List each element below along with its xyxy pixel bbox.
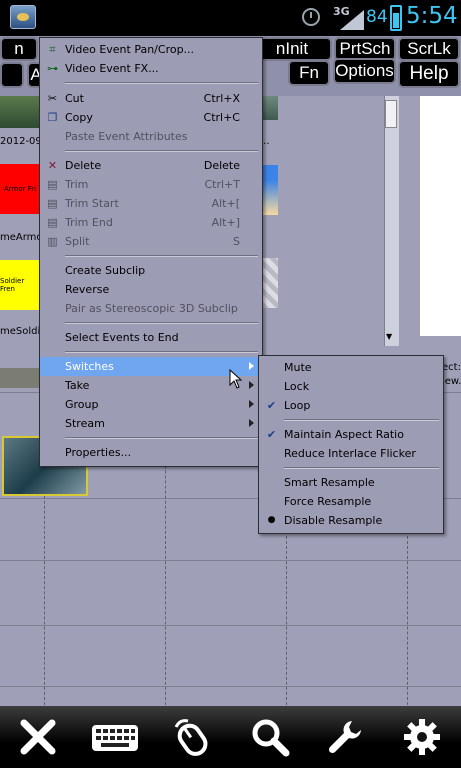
gear-icon [404, 719, 440, 755]
scroll-down-arrow[interactable]: ▼ [386, 332, 392, 341]
search-button[interactable] [235, 706, 305, 768]
menu-item-trim-end[interactable]: ▤ Trim End Alt+] [40, 213, 262, 232]
submenu-arrow-icon [249, 381, 254, 389]
menu-item-trim-start[interactable]: ▤ Trim Start Alt+[ [40, 194, 262, 213]
menu-item-create-subclip[interactable]: Create Subclip [40, 261, 262, 280]
settings-tools-button[interactable] [310, 706, 380, 768]
submenu-item-force-resample[interactable]: Force Resample [259, 492, 443, 511]
preview-label-2: iew. [442, 376, 461, 387]
submenu-item-maintain-aspect-ratio[interactable]: ✔ Maintain Aspect Ratio [259, 425, 443, 444]
menu-separator [65, 322, 258, 324]
submenu-arrow-icon [249, 419, 254, 427]
menu-item-select-events-to-end[interactable]: Select Events to End [40, 328, 262, 347]
key-n[interactable]: n [0, 37, 38, 61]
copy-icon: ❐ [47, 111, 58, 124]
submenu-arrow-icon [249, 400, 254, 408]
mouse-cursor-icon [229, 369, 243, 389]
submenu-item-disable-resample[interactable]: ● Disable Resample [259, 511, 443, 530]
mouse-button[interactable] [157, 706, 227, 768]
clip-thumbnail-soldier[interactable]: Soldier Fren [0, 260, 40, 310]
split-icon: ▥ [47, 235, 58, 248]
clip-thumbnail-armor[interactable]: Armor Fri [0, 164, 40, 214]
event-context-menu: ⌗ Video Event Pan/Crop... ⊶ Video Event … [39, 37, 263, 467]
submenu-item-reduce-interlace-flicker[interactable]: Reduce Interlace Flicker [259, 444, 443, 463]
menu-item-delete[interactable]: ✕ Delete Delete [40, 156, 262, 175]
checkmark-icon: ✔ [266, 399, 277, 412]
status-clock: 5:54 [406, 3, 458, 29]
clip-name-armor: meArmo [0, 232, 43, 243]
menu-item-cut[interactable]: ✂ Cut Ctrl+X [40, 89, 262, 108]
app-notification-icon [10, 5, 36, 29]
mouse-icon [174, 719, 208, 756]
key-help[interactable]: Help [398, 60, 460, 88]
delete-icon: ✕ [47, 159, 58, 172]
color-gradient-thumb [262, 165, 278, 215]
menu-item-reverse[interactable]: Reverse [40, 280, 262, 299]
key-scrlk[interactable]: ScrLk [398, 37, 460, 61]
close-icon [20, 719, 56, 755]
close-button[interactable] [3, 706, 73, 768]
pan-crop-icon: ⌗ [49, 43, 56, 56]
fx-icon: ⊶ [47, 62, 58, 75]
menu-item-video-fx[interactable]: ⊶ Video Event FX... [40, 59, 262, 78]
menu-separator [65, 437, 258, 439]
radio-dot-icon: ● [267, 515, 276, 525]
signal-strength-icon [340, 10, 364, 30]
menu-item-stream[interactable]: Stream [40, 414, 262, 433]
key-options[interactable]: Options [333, 58, 396, 84]
video-preview [420, 96, 461, 336]
media-scrollbar[interactable] [384, 96, 399, 346]
battery-icon [390, 5, 402, 31]
checker-thumb [262, 258, 278, 308]
key-fn[interactable]: Fn [288, 60, 330, 86]
wrench-icon [328, 721, 361, 754]
submenu-item-lock[interactable]: Lock [259, 377, 443, 396]
menu-item-properties[interactable]: Properties... [40, 443, 262, 462]
menu-item-split[interactable]: ▥ Split S [40, 232, 262, 251]
key-blank[interactable] [0, 62, 24, 88]
submenu-item-smart-resample[interactable]: Smart Resample [259, 473, 443, 492]
trim-start-icon: ▤ [47, 197, 58, 210]
trim-icon: ▤ [47, 178, 58, 191]
checkmark-icon: ✔ [266, 428, 277, 441]
search-icon [252, 719, 290, 757]
scissors-icon: ✂ [47, 92, 58, 105]
trim-end-icon: ▤ [47, 216, 58, 229]
menu-separator [65, 82, 258, 84]
alarm-icon [302, 8, 320, 26]
media-scrollbar-thumb[interactable] [385, 100, 397, 128]
media-thumbnail[interactable] [0, 96, 40, 128]
track-divider [0, 625, 461, 626]
menu-item-pan-crop[interactable]: ⌗ Video Event Pan/Crop... [40, 40, 262, 59]
menu-item-paste-attributes[interactable]: Paste Event Attributes [40, 127, 262, 146]
submenu-item-mute[interactable]: Mute [259, 358, 443, 377]
menu-item-group[interactable]: Group [40, 395, 262, 414]
menu-separator [65, 150, 258, 152]
menu-separator [284, 419, 439, 421]
submenu-item-loop[interactable]: ✔ Loop [259, 396, 443, 415]
track-header-bar [0, 368, 40, 388]
settings-button[interactable] [387, 706, 457, 768]
track-divider [0, 560, 461, 561]
menu-item-trim[interactable]: ▤ Trim Ctrl+T [40, 175, 262, 194]
menu-separator [65, 255, 258, 257]
menu-separator [65, 351, 258, 353]
keyboard-icon [92, 725, 138, 751]
battery-level: 84 [366, 7, 388, 27]
menu-item-copy[interactable]: ❐ Copy Ctrl+C [40, 108, 262, 127]
keyboard-button[interactable] [80, 706, 150, 768]
track-divider [0, 686, 461, 687]
key-init[interactable]: nInit [252, 37, 332, 61]
preview-label-1: ect: [442, 362, 461, 373]
switches-submenu: Mute Lock ✔ Loop ✔ Maintain Aspect Ratio… [258, 355, 444, 534]
submenu-arrow-icon [249, 362, 254, 370]
menu-item-stereoscopic-subclip[interactable]: Pair as Stereoscopic 3D Subclip [40, 299, 262, 318]
menu-separator [284, 467, 439, 469]
